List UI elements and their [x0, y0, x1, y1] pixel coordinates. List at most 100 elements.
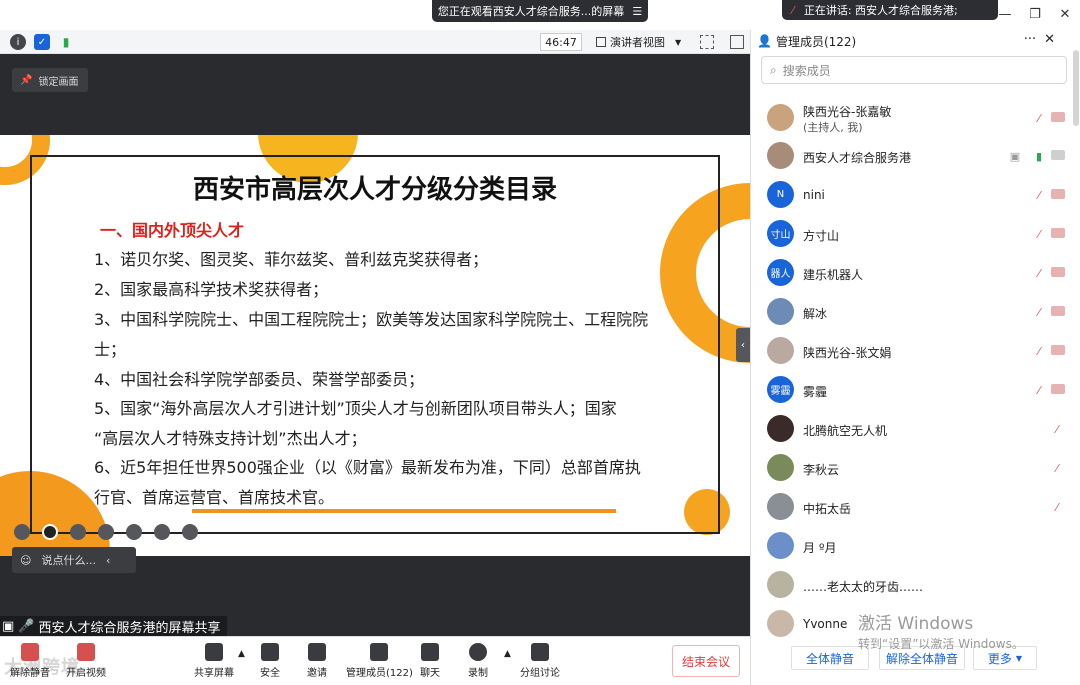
emoji-icon[interactable]: ☺: [20, 554, 31, 567]
chevron-left-icon[interactable]: ‹: [106, 554, 110, 567]
invite-button[interactable]: 邀请: [307, 643, 327, 679]
chat-icon: [421, 643, 439, 661]
more-label: 更多: [987, 651, 1012, 666]
camera-off-icon[interactable]: [1051, 267, 1065, 277]
meeting-toolbar: i ✓ ▮ 46:47 演讲者视图 ▼: [0, 30, 750, 54]
member-row[interactable]: 北腾航空无人机 ⁄: [751, 411, 1073, 449]
mic-muted-icon[interactable]: ⁄: [1051, 422, 1063, 436]
end-meeting-button[interactable]: 结束会议: [672, 645, 740, 677]
mute-all-button[interactable]: 全体静音: [791, 646, 869, 670]
member-name: 方寸山: [803, 229, 840, 243]
chat-label: 聊天: [420, 668, 440, 679]
fullscreen-icon[interactable]: [700, 35, 714, 49]
member-row[interactable]: 陕西光谷-张文娟 ⁄: [751, 333, 1073, 371]
avatar: 器人: [767, 259, 794, 286]
member-row[interactable]: 李秋云 ⁄: [751, 450, 1073, 488]
camera-off-icon[interactable]: [1051, 228, 1065, 238]
avatar: [767, 142, 794, 169]
mic-active-icon[interactable]: ▮: [1033, 149, 1045, 163]
chevron-up-icon[interactable]: ▲: [504, 649, 511, 659]
mic-muted-icon[interactable]: ⁄: [1033, 383, 1045, 397]
info-icon[interactable]: i: [10, 34, 26, 50]
camera-off-icon[interactable]: [1051, 306, 1065, 316]
member-name: 月 º月: [803, 541, 837, 555]
member-name: 陕西光谷-张文娟: [803, 346, 892, 360]
mic-muted-icon[interactable]: ⁄: [1033, 188, 1045, 202]
member-row[interactable]: ……老太太的牙齿……: [751, 567, 1073, 605]
member-row[interactable]: N nini ⁄: [751, 177, 1073, 215]
member-role: (主持人, 我): [803, 121, 863, 134]
member-row[interactable]: 解冰 ⁄: [751, 294, 1073, 332]
camera-off-icon[interactable]: [1051, 150, 1065, 160]
camera-off-icon[interactable]: [1051, 345, 1065, 355]
security-label: 安全: [260, 668, 280, 679]
bottom-control-bar: 大洲跨境 解除静音 开启视频 共享屏幕 ▲ 安全 邀请 管理成员(122) 聊天…: [0, 636, 750, 685]
close-panel-icon[interactable]: ✕: [1044, 32, 1055, 47]
camera-off-icon[interactable]: [1051, 384, 1065, 394]
camera-icon[interactable]: [126, 524, 142, 540]
unmute-button[interactable]: 解除静音: [10, 643, 50, 679]
minimize-button[interactable]: —: [990, 0, 1020, 28]
member-row[interactable]: 西安人才综合服务港 ▣ ▮: [751, 138, 1073, 176]
members-scrollbar[interactable]: [1073, 50, 1079, 126]
chat-button[interactable]: 聊天: [420, 643, 440, 679]
member-name: 陕西光谷-张嘉敏: [803, 105, 892, 119]
avatar: [767, 415, 794, 442]
record-button[interactable]: 录制: [468, 643, 488, 679]
member-row[interactable]: 器人 建乐机器人 ⁄: [751, 255, 1073, 293]
shield-icon[interactable]: ✓: [34, 34, 50, 50]
lock-view-button[interactable]: 📌 锁定画面: [12, 68, 88, 92]
view-mode-dropdown[interactable]: 演讲者视图 ▼: [592, 33, 688, 51]
chevron-up-icon[interactable]: ▲: [238, 649, 245, 659]
more-icon[interactable]: [182, 524, 198, 540]
camera-off-icon[interactable]: [1051, 189, 1065, 199]
pin-icon: 📌: [20, 74, 33, 86]
mic-muted-icon[interactable]: ⁄: [1033, 227, 1045, 241]
signal-icon[interactable]: ▮: [58, 34, 74, 50]
manage-members-button[interactable]: 管理成员(122): [346, 643, 413, 679]
member-row[interactable]: 陕西光谷-张嘉敏 (主持人, 我) ⁄: [751, 100, 1073, 138]
mic-muted-icon[interactable]: ⁄: [1033, 266, 1045, 280]
mic-muted-icon[interactable]: ⁄: [1033, 344, 1045, 358]
close-button[interactable]: ✕: [1050, 0, 1080, 28]
screenshot-icon[interactable]: [98, 524, 114, 540]
mic-muted-icon[interactable]: ⁄: [1051, 500, 1063, 514]
member-row[interactable]: 寸山 方寸山 ⁄: [751, 216, 1073, 254]
add-user-icon: [308, 643, 326, 661]
video-button[interactable]: 开启视频: [66, 643, 106, 679]
slide-title: 西安市高层次人才分级分类目录: [192, 175, 557, 205]
pointer-icon[interactable]: [42, 524, 58, 540]
prev-icon[interactable]: [14, 524, 30, 540]
chat-quick-input[interactable]: ☺ 说点什么... ‹: [12, 547, 136, 573]
avatar: [767, 104, 794, 131]
comment-icon[interactable]: [154, 524, 170, 540]
mic-muted-icon: ⁄: [792, 3, 794, 17]
avatar: [767, 610, 794, 637]
share-screen-button[interactable]: 共享屏幕: [194, 643, 234, 679]
mic-muted-icon[interactable]: ⁄: [1051, 461, 1063, 475]
slide-line: 士；: [94, 340, 127, 359]
security-button[interactable]: 安全: [260, 643, 280, 679]
members-panel-header: 👤 管理成员(122) ··· ✕: [751, 30, 1080, 52]
member-search-input[interactable]: ⌕ 搜索成员: [761, 56, 1067, 84]
more-button[interactable]: 更多 ▼: [973, 646, 1037, 670]
sidebar-toggle-icon[interactable]: [730, 35, 744, 49]
invite-label: 邀请: [307, 668, 327, 679]
camera-off-icon[interactable]: [1051, 112, 1065, 122]
collapse-tab[interactable]: ‹: [736, 328, 750, 362]
menu-icon[interactable]: ☰: [632, 5, 642, 18]
breakout-icon: [531, 643, 549, 661]
member-row[interactable]: 月 º月: [751, 528, 1073, 566]
mic-muted-icon[interactable]: ⁄: [1033, 305, 1045, 319]
restore-button[interactable]: ❐: [1020, 0, 1050, 28]
member-row[interactable]: 中拓太岳 ⁄: [751, 489, 1073, 527]
slide-line: 5、国家“海外高层次人才引进计划”顶尖人才与创新团队项目带头人；国家: [94, 399, 617, 418]
breakout-button[interactable]: 分组讨论: [520, 643, 560, 679]
pen-icon[interactable]: [70, 524, 86, 540]
chevron-down-icon: ▼: [1015, 653, 1023, 663]
unmute-all-button[interactable]: 解除全体静音: [879, 646, 965, 670]
more-options-icon[interactable]: ···: [1024, 32, 1036, 47]
share-screen-label: 共享屏幕: [194, 668, 234, 679]
member-row[interactable]: 雾霾 雾霾 ⁄: [751, 372, 1073, 410]
mic-muted-icon[interactable]: ⁄: [1033, 111, 1045, 125]
